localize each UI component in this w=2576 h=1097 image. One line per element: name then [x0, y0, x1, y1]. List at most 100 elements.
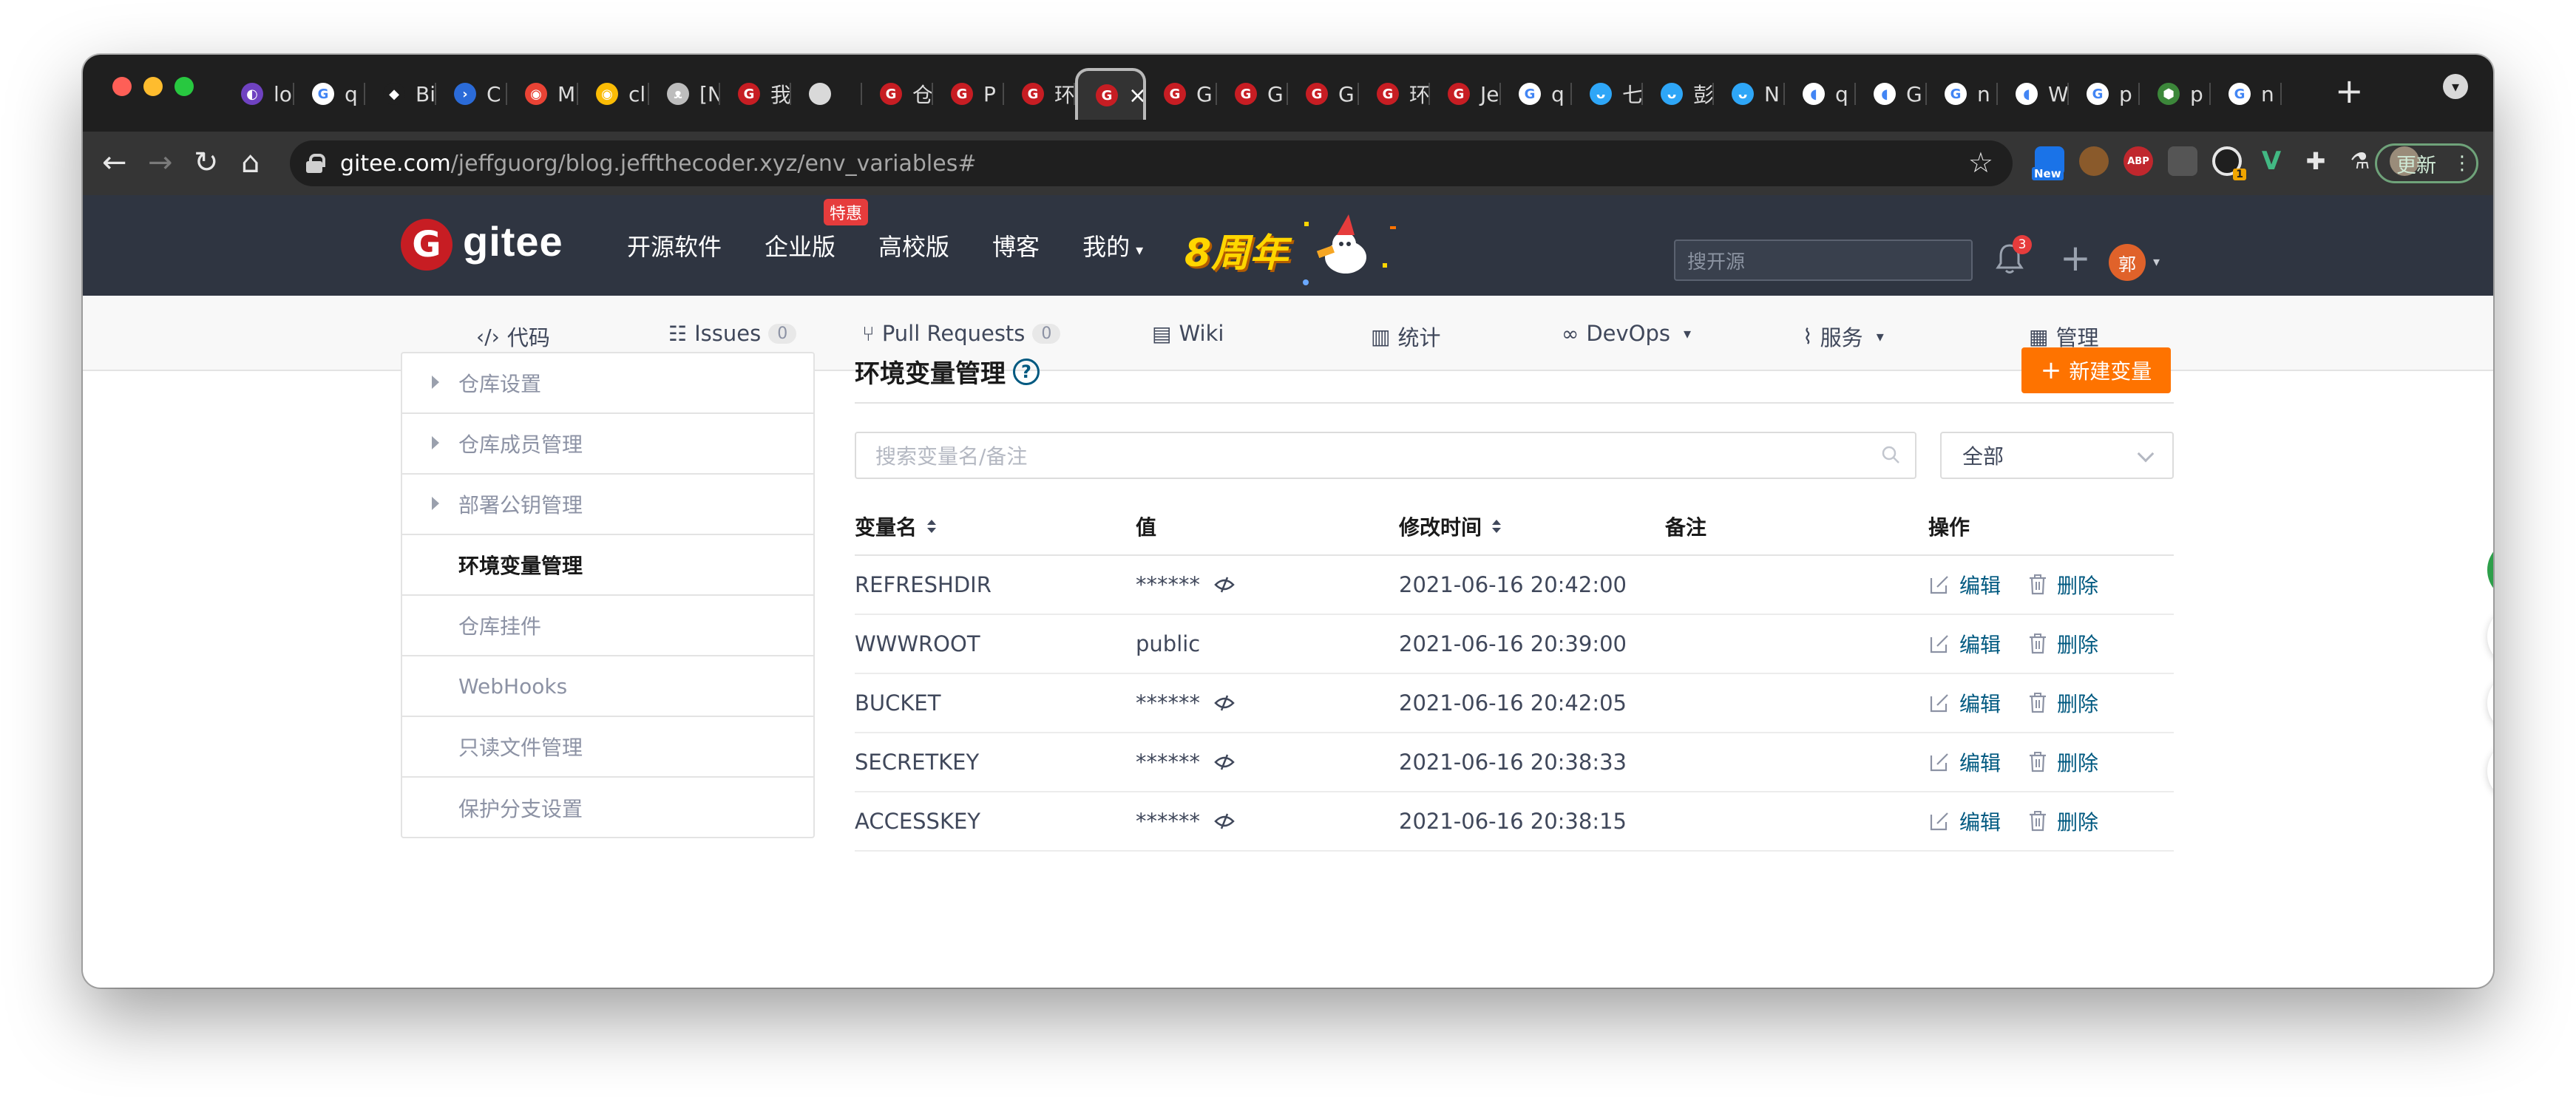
search-icon[interactable] [1881, 445, 1900, 464]
sidebar-item-repo-settings[interactable]: 仓库设置 [402, 353, 813, 414]
edit-icon[interactable] [1928, 633, 1950, 655]
edit-icon[interactable] [1928, 574, 1950, 596]
sort-icon[interactable] [1492, 520, 1502, 533]
extension-new-icon[interactable]: New [2032, 146, 2064, 180]
browser-tab[interactable]: ◖ q [1785, 68, 1856, 120]
anniversary-banner[interactable]: 8周年 [1184, 211, 1406, 285]
browser-tab[interactable]: ᴗ七 [1572, 68, 1643, 120]
floating-feedback-edit-icon[interactable] [2487, 606, 2493, 667]
tab-stats[interactable]: ▥ 统计 [1371, 321, 1440, 352]
delete-link[interactable]: 删除 [2057, 806, 2098, 836]
sidebar-item-protected-branches[interactable]: 保护分支设置 [402, 778, 813, 838]
trash-icon[interactable] [2027, 574, 2048, 596]
eye-off-icon[interactable] [1213, 692, 1236, 714]
close-window-button[interactable] [112, 77, 132, 96]
more-vertical-icon[interactable]: ⋮ [2453, 152, 2472, 174]
site-logo-text[interactable]: gitee [463, 217, 563, 265]
edit-link[interactable]: 编辑 [1959, 747, 2001, 777]
delete-link[interactable]: 删除 [2057, 629, 2098, 659]
maximize-window-button[interactable] [174, 77, 194, 96]
adblock-icon[interactable]: ABP [2123, 146, 2153, 176]
browser-tab[interactable]: G我 [720, 68, 791, 120]
browser-tab[interactable]: G环 [1004, 68, 1075, 120]
browser-tab[interactable]: ᴥ [N [649, 68, 720, 120]
browser-tab[interactable]: Gn [1927, 68, 1998, 120]
browser-tab[interactable]: GP [933, 68, 1004, 120]
browser-tab[interactable]: ◖ G [1856, 68, 1927, 120]
edit-link[interactable]: 编辑 [1959, 570, 2001, 600]
sidebar-item-webhooks[interactable]: WebHooks [402, 656, 813, 717]
column-header-name[interactable]: 变量名 [855, 498, 937, 554]
forward-arrow-icon[interactable]: → [148, 143, 173, 182]
browser-tab[interactable]: ◆ Bi [365, 68, 436, 120]
browser-tab[interactable]: ◖ W [1998, 68, 2069, 120]
minimize-window-button[interactable] [143, 77, 163, 96]
tab-pull-requests[interactable]: ⑂ Pull Requests 0 [862, 321, 1061, 346]
column-header-modified[interactable]: 修改时间 [1399, 498, 1502, 554]
flask-icon[interactable]: ⚗ [2345, 146, 2375, 176]
cube-icon[interactable] [2168, 146, 2197, 176]
avatar-caret-icon[interactable]: ▾ [2153, 254, 2160, 270]
bookmark-star-icon[interactable]: ☆ [1968, 146, 1993, 179]
sidebar-item-readonly-files[interactable]: 只读文件管理 [402, 717, 813, 778]
eye-off-icon[interactable] [1213, 574, 1236, 596]
tab-devops[interactable]: ∞ DevOps ▾ [1562, 321, 1691, 346]
browser-tab[interactable]: Gq [1501, 68, 1572, 120]
vue-devtools-icon[interactable]: V [2257, 146, 2286, 176]
browser-tab[interactable]: ⬢ p [2140, 68, 2211, 120]
eye-off-icon[interactable] [1213, 810, 1236, 832]
sort-icon[interactable] [927, 520, 937, 533]
site-search-input[interactable]: 搜开源 [1674, 240, 1973, 281]
back-to-top-button[interactable] [2487, 741, 2493, 801]
variable-search-input[interactable]: 搜索变量名/备注 [855, 432, 1916, 479]
cookie-icon[interactable] [2079, 146, 2109, 176]
eye-off-icon[interactable] [1213, 751, 1236, 773]
nav-open-source[interactable]: 开源软件 [627, 228, 722, 262]
browser-tab[interactable]: ᴗ彭 [1643, 68, 1714, 120]
sidebar-item-env-variables[interactable]: 环境变量管理 [402, 535, 813, 596]
trash-icon[interactable] [2027, 692, 2048, 714]
nav-enterprise[interactable]: 企业版 特惠 [765, 199, 869, 262]
browser-tab[interactable]: Gq [294, 68, 365, 120]
reload-icon[interactable]: ↻ [194, 143, 219, 182]
tab-wiki[interactable]: ▤ Wiki [1152, 321, 1224, 346]
sidebar-item-members[interactable]: 仓库成员管理 [402, 414, 813, 475]
browser-tab[interactable]: G环 [1359, 68, 1430, 120]
extension-ring-icon[interactable]: 1 [2212, 146, 2246, 180]
edit-icon[interactable] [1928, 692, 1950, 714]
browser-tab[interactable]: › C [436, 68, 507, 120]
browser-tab[interactable]: Gp [2069, 68, 2140, 120]
floating-chat-icon[interactable] [2487, 673, 2493, 733]
browser-tab[interactable] [791, 68, 862, 120]
sidebar-item-widgets[interactable]: 仓库挂件 [402, 596, 813, 656]
filter-select[interactable]: 全部 [1940, 432, 2174, 479]
edit-link[interactable]: 编辑 [1959, 806, 2001, 836]
tab-code[interactable]: ‹/› 代码 [476, 321, 550, 352]
create-plus-icon[interactable]: + [2060, 240, 2091, 276]
sidebar-item-deploy-keys[interactable]: 部署公钥管理 [402, 475, 813, 535]
new-tab-button[interactable]: + [2335, 71, 2364, 111]
tab-search-icon[interactable]: ▾ [2443, 74, 2468, 99]
tab-services[interactable]: ⌇ 服务 ▾ [1803, 321, 1884, 352]
lock-icon[interactable] [306, 154, 325, 173]
user-avatar[interactable]: 郭 [2109, 244, 2146, 281]
tab-issues[interactable]: ☷ Issues 0 [668, 321, 797, 346]
browser-tab[interactable]: GG [1288, 68, 1359, 120]
edit-link[interactable]: 编辑 [1959, 688, 2001, 718]
browser-tab[interactable]: G Je [1430, 68, 1501, 120]
home-icon[interactable]: ⌂ [241, 143, 260, 182]
puzzle-icon[interactable]: ✚ [2301, 146, 2331, 176]
browser-tab[interactable]: ◉ cl [578, 68, 649, 120]
browser-tab[interactable]: ◉ M [507, 68, 578, 120]
gitee-logo-icon[interactable]: G [401, 219, 453, 271]
browser-tab[interactable]: ᴗN [1714, 68, 1785, 120]
floating-help-button[interactable]: ? [2487, 540, 2493, 600]
browser-tab[interactable]: Gn [2211, 68, 2282, 120]
delete-link[interactable]: 删除 [2057, 747, 2098, 777]
notification-bell-icon[interactable]: 3 [1995, 235, 2032, 278]
browser-tab[interactable]: GG [1217, 68, 1288, 120]
edit-icon[interactable] [1928, 810, 1950, 832]
edit-icon[interactable] [1928, 751, 1950, 773]
trash-icon[interactable] [2027, 810, 2048, 832]
update-button[interactable]: 更新 ⋮ [2375, 143, 2478, 183]
